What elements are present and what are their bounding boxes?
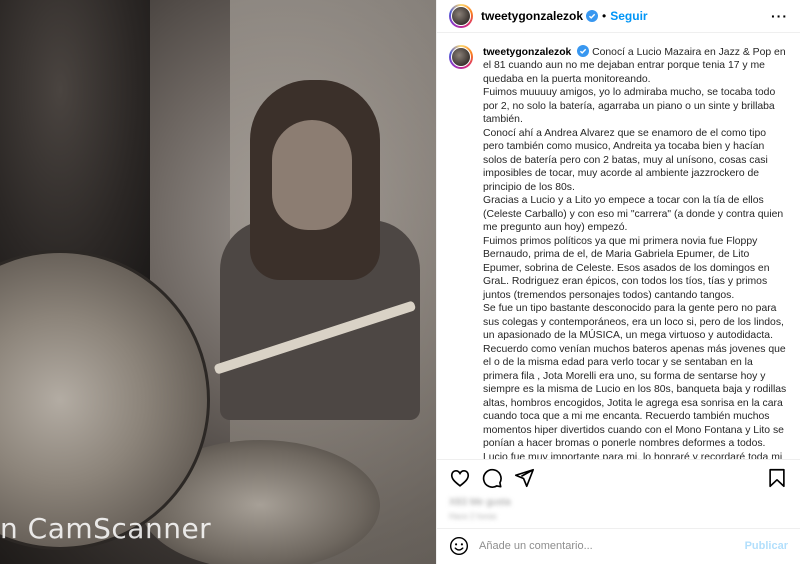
bookmark-icon[interactable]	[766, 467, 788, 489]
post-header: tweetygonzalezok • Seguir ···	[437, 0, 800, 33]
caption-username[interactable]: tweetygonzalezok	[483, 47, 571, 58]
caption-area: tweetygonzalezok Conocí a Lucio Mazaira …	[437, 33, 800, 459]
caption-text: tweetygonzalezok Conocí a Lucio Mazaira …	[483, 44, 788, 459]
post-side-panel: tweetygonzalezok • Seguir ··· tweetygonz…	[436, 0, 800, 564]
comment-bar: Publicar	[437, 527, 800, 564]
verified-badge-icon	[586, 9, 599, 22]
camscanner-watermark: n CamScanner	[0, 512, 212, 545]
caption-paragraph-7: Recuerdo como venían muchos bateros apen…	[483, 343, 787, 450]
caption-paragraph-8: Lucio fue muy importante para mi, lo hon…	[483, 451, 783, 459]
caption-avatar[interactable]	[449, 44, 473, 69]
caption-paragraph-2: Fuimos muuuuy amigos, yo lo admiraba muc…	[483, 87, 776, 126]
verified-badge-icon	[577, 44, 590, 57]
post-photo[interactable]: n CamScanner	[0, 0, 436, 564]
post-date[interactable]: Hace 2 horas	[437, 512, 800, 527]
comment-input[interactable]	[479, 540, 745, 553]
header-separator: •	[602, 8, 607, 23]
avatar[interactable]	[449, 3, 473, 28]
header-username[interactable]: tweetygonzalezok	[481, 9, 583, 23]
likes-count[interactable]: X83 Me gusta	[437, 497, 800, 512]
more-options-icon[interactable]: ···	[771, 8, 788, 24]
caption-paragraph-4: Gracias a Lucio y a Lito yo empece a toc…	[483, 195, 784, 234]
photo-drummer-face	[272, 120, 352, 230]
publish-button[interactable]: Publicar	[745, 540, 788, 552]
action-bar	[437, 458, 800, 497]
share-icon[interactable]	[513, 467, 535, 489]
caption-paragraph-3: Conocí ahí a Andrea Alvarez que se enamo…	[483, 127, 768, 193]
caption-paragraph-5: Fuimos primos políticos ya que mi primer…	[483, 235, 770, 301]
comment-icon[interactable]	[481, 467, 503, 489]
emoji-icon[interactable]	[449, 536, 469, 556]
follow-button[interactable]: Seguir	[610, 9, 647, 23]
heart-icon[interactable]	[449, 467, 471, 489]
instagram-post: n CamScanner tweetygonzalezok • Seguir ·…	[0, 0, 800, 564]
caption-paragraph-6: Se fue un tipo bastante desconocido para…	[483, 303, 784, 342]
caption-paragraph: tweetygonzalezok Conocí a Lucio Mazaira …	[483, 44, 788, 87]
